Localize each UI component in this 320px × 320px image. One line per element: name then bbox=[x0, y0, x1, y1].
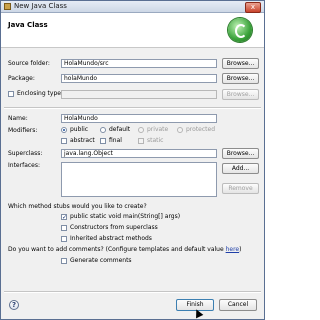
comments-question-text: Do you want to add comments? (Configure … bbox=[8, 246, 226, 253]
interfaces-list[interactable] bbox=[61, 162, 217, 197]
protected-radio[interactable] bbox=[177, 127, 183, 133]
superclass-label: Superclass: bbox=[8, 150, 43, 157]
enclosing-type-field[interactable] bbox=[61, 90, 217, 99]
enclosing-type-label: Enclosing type: bbox=[17, 90, 63, 97]
name-field[interactable]: HolaMundo bbox=[61, 114, 217, 123]
separator bbox=[4, 107, 261, 109]
default-label: default bbox=[109, 126, 131, 133]
comments-question: Do you want to add comments? (Configure … bbox=[8, 246, 241, 253]
new-java-class-dialog: New Java Class x Java Class Source folde… bbox=[0, 0, 265, 320]
public-radio[interactable] bbox=[61, 127, 67, 133]
main-method-label: public static void main(String[] args) bbox=[70, 213, 181, 220]
inherited-methods-checkbox[interactable] bbox=[61, 236, 67, 242]
final-checkbox[interactable] bbox=[100, 138, 106, 144]
source-folder-field[interactable]: HolaMundo/src bbox=[61, 59, 217, 68]
superclass-browse-button[interactable]: Browse... bbox=[222, 148, 259, 159]
package-field[interactable]: holaMundo bbox=[61, 74, 217, 83]
footer-separator bbox=[4, 291, 261, 293]
title-bar[interactable]: New Java Class x bbox=[1, 1, 264, 13]
public-label: public bbox=[70, 126, 89, 133]
java-class-icon bbox=[4, 3, 11, 10]
name-label: Name: bbox=[8, 115, 28, 122]
superclass-field[interactable]: java.lang.Object bbox=[61, 149, 217, 158]
interfaces-label: Interfaces: bbox=[8, 162, 41, 169]
generate-comments-checkbox[interactable] bbox=[61, 258, 67, 264]
source-folder-browse-button[interactable]: Browse... bbox=[222, 58, 259, 69]
enclosing-type-browse-button[interactable]: Browse... bbox=[222, 89, 259, 100]
package-label: Package: bbox=[8, 75, 35, 82]
comments-question-end: ) bbox=[239, 246, 242, 253]
package-browse-button[interactable]: Browse... bbox=[222, 73, 259, 84]
abstract-checkbox[interactable] bbox=[61, 138, 67, 144]
inherited-methods-label: Inherited abstract methods bbox=[70, 235, 152, 242]
protected-label: protected bbox=[186, 126, 216, 133]
configure-templates-link[interactable]: here bbox=[226, 246, 240, 253]
cancel-button[interactable]: Cancel bbox=[219, 299, 257, 311]
static-label: static bbox=[147, 137, 164, 144]
page-title: Java Class bbox=[8, 21, 48, 29]
main-method-checkbox[interactable]: ✓ bbox=[61, 214, 67, 221]
default-radio[interactable] bbox=[100, 127, 106, 133]
source-folder-label: Source folder: bbox=[8, 60, 50, 67]
enclosing-type-checkbox[interactable] bbox=[8, 91, 14, 97]
constructors-label: Constructors from superclass bbox=[70, 224, 158, 231]
private-label: private bbox=[147, 126, 169, 133]
method-stubs-question: Which method stubs would you like to cre… bbox=[8, 203, 147, 210]
final-label: final bbox=[109, 137, 122, 144]
modifiers-label: Modifiers: bbox=[8, 127, 38, 134]
close-icon[interactable]: x bbox=[245, 2, 261, 13]
help-icon[interactable]: ? bbox=[9, 300, 19, 310]
private-radio[interactable] bbox=[138, 127, 144, 133]
constructors-checkbox[interactable] bbox=[61, 225, 67, 231]
wizard-header: Java Class bbox=[1, 13, 264, 48]
interfaces-remove-button[interactable]: Remove bbox=[222, 183, 259, 194]
window-title: New Java Class bbox=[14, 2, 67, 10]
abstract-label: abstract bbox=[70, 137, 95, 144]
interfaces-add-button[interactable]: Add... bbox=[222, 163, 259, 174]
static-checkbox[interactable] bbox=[138, 138, 144, 144]
eclipse-class-wizard-icon bbox=[228, 18, 252, 42]
generate-comments-label: Generate comments bbox=[70, 257, 132, 264]
